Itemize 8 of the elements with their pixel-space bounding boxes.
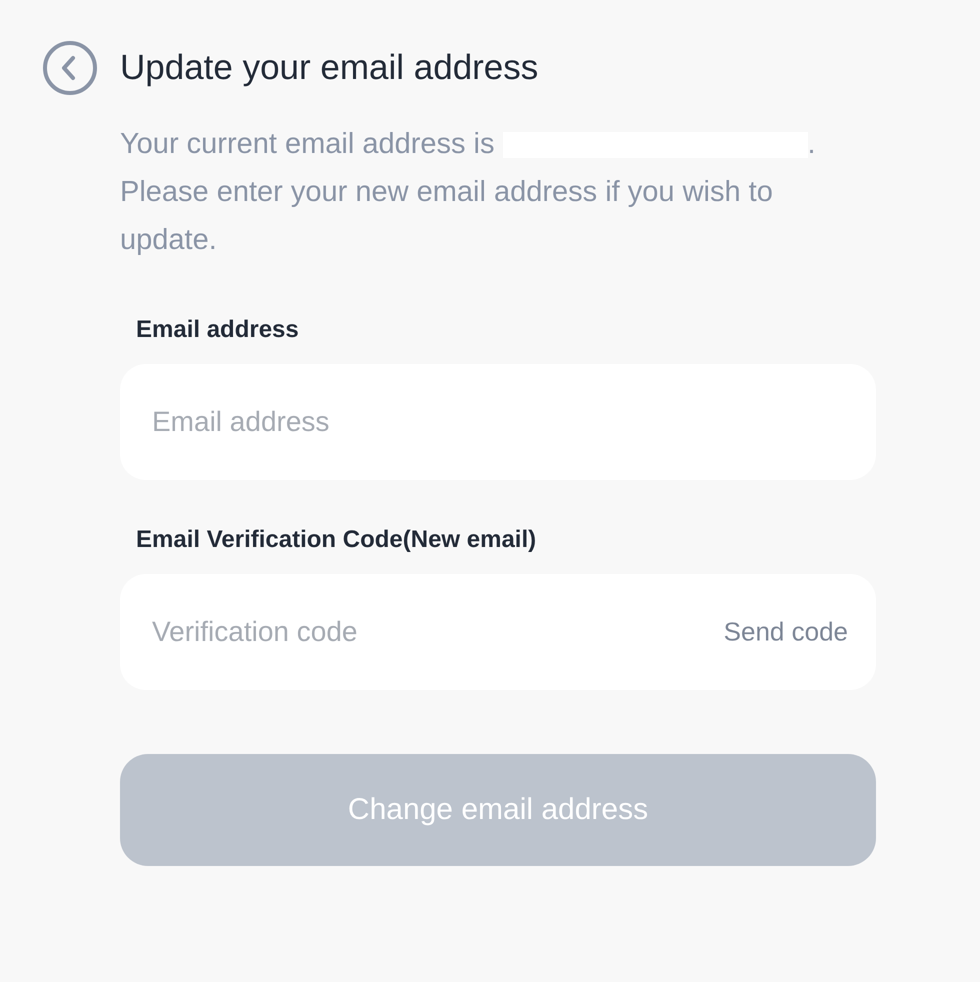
input-field[interactable]: Email address	[120, 364, 876, 480]
field-label: Email Verification Code(New email)	[135, 526, 538, 554]
field-label: Email address	[135, 316, 300, 344]
page-title: Update your email address	[120, 48, 538, 88]
description-text: Your current email address is . Please enter your new email address if you wish to update.	[120, 127, 817, 258]
back-button[interactable]	[42, 40, 98, 96]
send-code-link[interactable]: Send code	[724, 616, 848, 648]
back-icon	[42, 40, 98, 96]
